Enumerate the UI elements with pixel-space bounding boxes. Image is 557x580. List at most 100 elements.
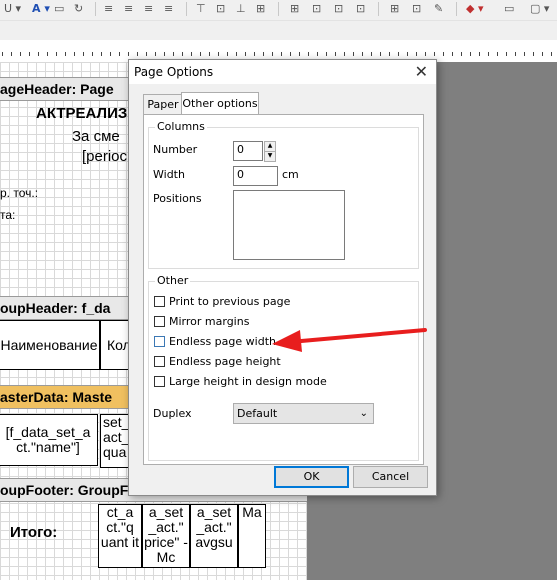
ruler-tick <box>380 52 381 56</box>
toolbar-separator <box>95 2 96 16</box>
print-to-previous-page-label[interactable]: Print to previous page <box>169 295 290 308</box>
frame-color-icon[interactable]: ▭ <box>504 2 514 16</box>
fill-color-icon[interactable]: ◆ ▾ <box>466 2 483 16</box>
page-header-band-label: ageHeader: Page <box>0 81 114 97</box>
ruler-tick <box>551 52 552 56</box>
toolbar-separator <box>378 2 379 16</box>
ruler-tick <box>155 52 156 56</box>
ruler-tick <box>263 52 264 56</box>
stepper-down-icon[interactable]: ▼ <box>264 152 276 162</box>
ruler-tick <box>398 52 399 56</box>
footer-cell-extra[interactable]: Ma <box>238 504 266 568</box>
stepper-up-icon[interactable]: ▲ <box>264 141 276 152</box>
ruler-tick <box>542 52 543 56</box>
cancel-button[interactable]: Cancel <box>353 466 428 488</box>
border-frame-icon[interactable]: ⊞ <box>390 2 399 16</box>
footer-cell-price[interactable]: a_set _act." price" - Mc <box>142 504 190 568</box>
tab-panel-other-options: Columns Number 0 ▲ ▼ Width 0 cm Position… <box>143 114 424 465</box>
ruler-tick <box>272 52 273 56</box>
ruler-tick <box>245 52 246 56</box>
toolbar-separator <box>456 2 457 16</box>
ruler-tick <box>137 52 138 56</box>
ruler-tick <box>443 52 444 56</box>
ruler-tick <box>353 52 354 56</box>
data-cell-name[interactable]: [f_data_set_a ct."name"] <box>0 414 98 466</box>
master-data-band-label: asterData: Maste <box>0 389 113 405</box>
ruler-tick <box>506 52 507 56</box>
width-input[interactable]: 0 <box>233 166 278 186</box>
align-center-icon[interactable]: ≡ <box>124 2 133 16</box>
ruler-tick <box>38 52 39 56</box>
toolbar-separator <box>186 2 187 16</box>
ok-button[interactable]: OK <box>274 466 349 488</box>
ruler-tick <box>335 52 336 56</box>
ruler-tick <box>227 52 228 56</box>
ruler-tick <box>326 52 327 56</box>
number-input[interactable]: 0 <box>233 141 263 161</box>
ruler-tick <box>65 52 66 56</box>
ruler-tick <box>83 52 84 56</box>
other-group-label: Other <box>155 274 191 287</box>
print-to-previous-page-checkbox[interactable] <box>154 296 165 307</box>
ruler-tick <box>101 52 102 56</box>
tab-paper[interactable]: Paper <box>143 94 183 114</box>
positions-list[interactable] <box>233 190 345 260</box>
other-group: Other Print to previous page Mirror marg… <box>148 274 419 461</box>
valign-middle-icon[interactable]: ⊡ <box>216 2 225 16</box>
rotate-icon[interactable]: ⊞ <box>256 2 265 16</box>
ruler-tick <box>290 52 291 56</box>
column-header-name[interactable]: Наименование <box>0 320 100 370</box>
font-color-button[interactable]: A ▾ <box>32 2 50 16</box>
ruler-tick <box>200 52 201 56</box>
align-right-icon[interactable]: ≡ <box>144 2 153 16</box>
frame-width-icon[interactable]: ▢ ▾ <box>530 2 549 16</box>
ruler-tick <box>434 52 435 56</box>
refresh-icon[interactable]: ↻ <box>74 2 83 16</box>
close-icon[interactable]: ✕ <box>415 62 428 81</box>
highlight-icon[interactable]: ▭ <box>54 2 64 16</box>
border-none-icon[interactable]: ⊡ <box>412 2 421 16</box>
mirror-margins-label[interactable]: Mirror margins <box>169 315 249 328</box>
ruler-tick <box>344 52 345 56</box>
large-height-label[interactable]: Large height in design mode <box>169 375 327 388</box>
valign-bottom-icon[interactable]: ⊥ <box>236 2 246 16</box>
ruler-tick <box>74 52 75 56</box>
duplex-selected-value: Default <box>237 407 278 420</box>
large-height-checkbox[interactable] <box>154 376 165 387</box>
point-label[interactable]: р. точ.: <box>0 186 38 200</box>
chevron-down-icon: ⌄ <box>359 408 368 419</box>
total-label[interactable]: Итого: <box>10 524 57 541</box>
number-stepper[interactable]: ▲ ▼ <box>264 141 276 162</box>
endless-page-height-checkbox[interactable] <box>154 356 165 367</box>
border-top-icon[interactable]: ⊡ <box>312 2 321 16</box>
ruler-tick <box>218 52 219 56</box>
footer-cell-quantity[interactable]: ct_a ct."q uant it <box>98 504 142 568</box>
ruler-tick <box>191 52 192 56</box>
mirror-margins-checkbox[interactable] <box>154 316 165 327</box>
ta-label[interactable]: та: <box>0 208 15 222</box>
endless-page-width-checkbox[interactable] <box>154 336 165 347</box>
border-all-icon[interactable]: ⊞ <box>290 2 299 16</box>
ruler-tick <box>308 52 309 56</box>
duplex-select[interactable]: Default ⌄ <box>233 403 374 424</box>
align-left-icon[interactable]: ≡ <box>104 2 113 16</box>
border-bottom-icon[interactable]: ⊡ <box>334 2 343 16</box>
columns-group: Columns Number 0 ▲ ▼ Width 0 cm Position… <box>148 120 419 269</box>
align-justify-icon[interactable]: ≡ <box>164 2 173 16</box>
underline-button[interactable]: U ▾ <box>4 2 21 16</box>
ruler-tick <box>281 52 282 56</box>
period-text[interactable]: [perioc <box>82 148 127 165</box>
border-style-icon[interactable]: ✎ <box>434 2 443 16</box>
group-header-band-label: oupHeader: f_da <box>0 300 111 316</box>
ruler-tick <box>371 52 372 56</box>
width-unit: cm <box>282 168 299 181</box>
report-title[interactable]: АКТРЕАЛИЗ <box>36 105 127 122</box>
shift-text[interactable]: За сме <box>72 128 120 145</box>
width-label: Width <box>153 168 185 181</box>
footer-cell-avgsum[interactable]: a_set _act." avgsu <box>190 504 238 568</box>
ruler-tick <box>173 52 174 56</box>
valign-top-icon[interactable]: ⊤ <box>196 2 206 16</box>
tab-other-options[interactable]: Other options <box>181 92 259 115</box>
ruler-tick <box>29 52 30 56</box>
border-left-icon[interactable]: ⊡ <box>356 2 365 16</box>
